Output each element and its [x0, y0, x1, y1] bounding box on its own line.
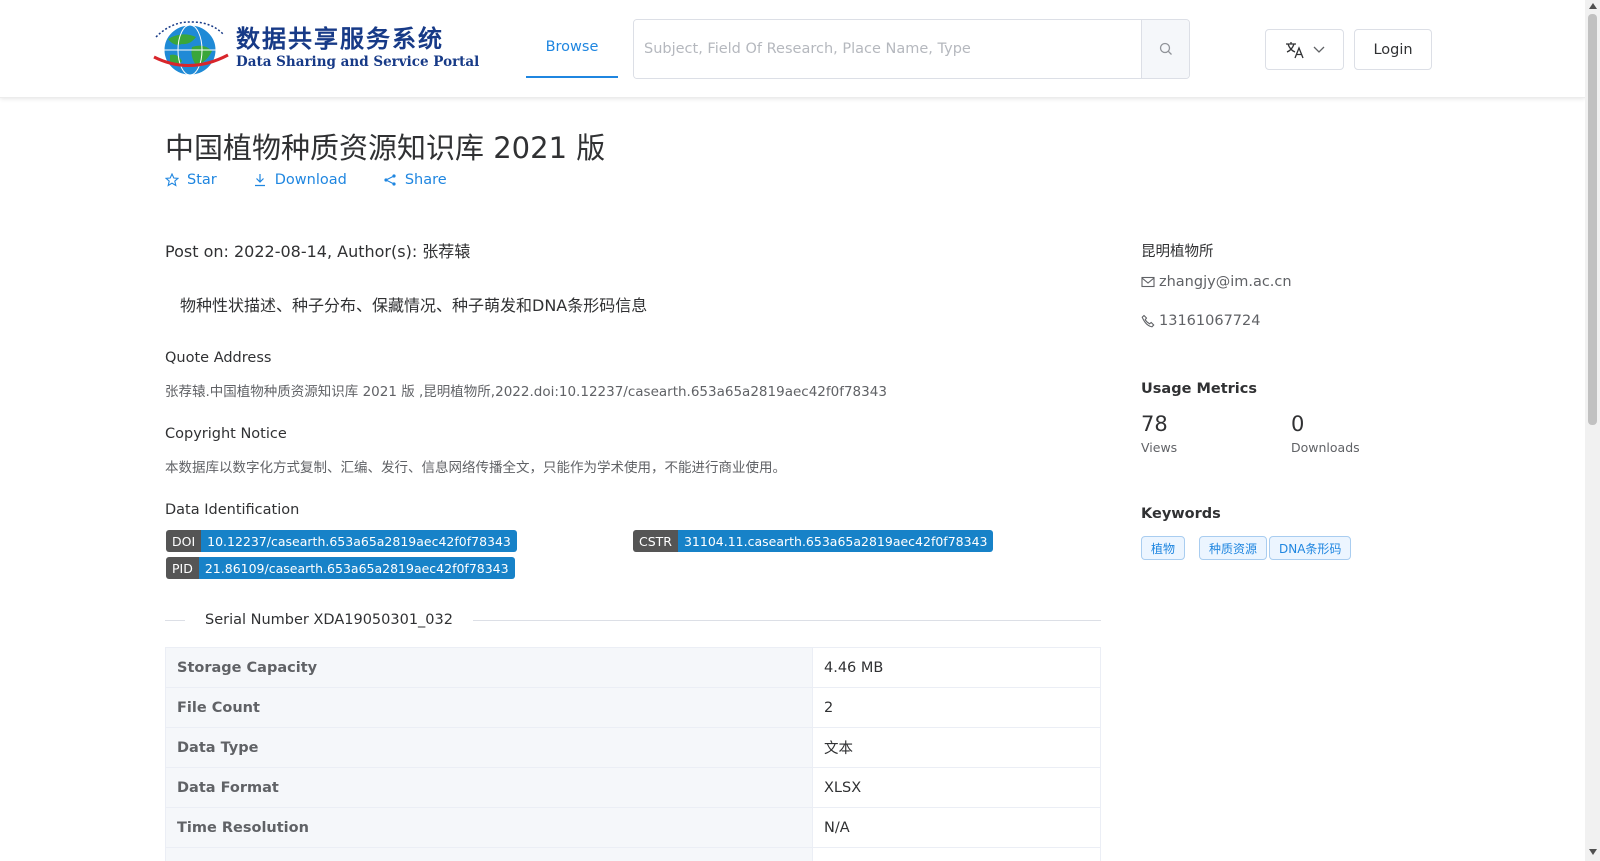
table-key [165, 847, 813, 861]
views-label: Views [1141, 440, 1178, 455]
dataset-title: 中国植物种质资源知识库 2021 版 [165, 131, 606, 165]
data-identification-label: Data Identification [165, 502, 300, 518]
views-metric: 78 Views [1141, 412, 1177, 455]
download-label: Download [274, 172, 347, 188]
cstr-value: 31104.11.casearth.653a65a2819aec42f0f783… [677, 530, 994, 552]
site-logo[interactable]: 数据共享服务系统 Data Sharing and Service Portal [152, 17, 479, 79]
keywords-title: Keywords [1141, 506, 1221, 522]
scroll-up-arrow-icon[interactable] [1589, 3, 1597, 9]
doi-value: 10.12237/casearth.653a65a2819aec42f0f783… [201, 530, 517, 552]
top-header: 数据共享服务系统 Data Sharing and Service Portal… [0, 0, 1585, 98]
table-value: 文本 [812, 727, 1101, 768]
search-icon [1159, 42, 1172, 55]
contact-email[interactable]: zhangjy@im.ac.cn [1141, 274, 1292, 290]
pid-key: PID [166, 557, 199, 579]
nav-browse-tab[interactable]: Browse [526, 18, 618, 78]
keyword-tag[interactable]: DNA条形码 [1269, 536, 1352, 560]
logo-title-cn: 数据共享服务系统 [236, 24, 444, 53]
search-input[interactable] [634, 20, 1141, 78]
table-row [165, 847, 1101, 861]
doi-key: DOI [166, 530, 202, 552]
pid-tag[interactable]: PID 21.86109/casearth.653a65a2819aec42f0… [166, 557, 515, 579]
share-label: Share [404, 172, 447, 188]
post-info: Post on: 2022-08-14, Author(s): 张荐辕 [165, 242, 471, 261]
quote-address-label: Quote Address [165, 350, 272, 366]
copyright-label: Copyright Notice [165, 426, 287, 442]
scroll-down-arrow-icon[interactable] [1589, 849, 1597, 855]
table-row: Data Format XLSX [165, 767, 1101, 808]
table-row: Time Resolution N/A [165, 807, 1101, 848]
download-icon [254, 174, 265, 187]
quote-address-text: 张荐辕.中国植物种质资源知识库 2021 版 ,昆明植物所,2022.doi:1… [165, 384, 887, 400]
share-button[interactable]: Share [383, 172, 447, 188]
usage-metrics-title: Usage Metrics [1141, 381, 1257, 397]
scroll-thumb[interactable] [1588, 14, 1597, 425]
downloads-count: 0 [1291, 412, 1305, 436]
chevron-down-icon [1313, 46, 1324, 53]
dataset-meta-table: Storage Capacity 4.46 MB File Count 2 Da… [165, 647, 1101, 861]
language-switch-button[interactable] [1265, 29, 1344, 70]
logo-title-en: Data Sharing and Service Portal [236, 54, 480, 70]
keyword-tag[interactable]: 植物 [1141, 536, 1186, 560]
dataset-actions: Star Download Share [165, 172, 483, 188]
mail-icon [1141, 276, 1155, 288]
dataset-description: 物种性状描述、种子分布、保藏情况、种子萌发和DNA条形码信息 [180, 296, 648, 315]
phone-icon [1141, 314, 1155, 328]
phone-text: 13161067724 [1159, 313, 1261, 329]
email-text: zhangjy@im.ac.cn [1159, 274, 1292, 290]
download-button[interactable]: Download [253, 172, 347, 188]
table-row: Storage Capacity 4.46 MB [165, 647, 1101, 688]
star-label: Star [187, 172, 217, 188]
login-button[interactable]: Login [1354, 29, 1432, 70]
star-button[interactable]: Star [165, 172, 217, 188]
cstr-key: CSTR [633, 530, 678, 552]
search-button[interactable] [1141, 20, 1189, 78]
table-value: N/A [812, 807, 1101, 848]
table-value: 4.46 MB [812, 647, 1101, 688]
serial-number: Serial Number XDA19050301_032 [185, 612, 473, 628]
copyright-text: 本数据库以数字化方式复制、汇编、发行、信息网络传播全文，只能作为学术使用，不能进… [165, 460, 786, 476]
downloads-label: Downloads [1291, 440, 1360, 455]
table-value [812, 847, 1101, 861]
search-bar [633, 19, 1190, 79]
table-key: Data Type [165, 727, 813, 768]
table-value: XLSX [812, 767, 1101, 808]
table-key: Time Resolution [165, 807, 813, 848]
table-value: 2 [812, 687, 1101, 728]
cstr-tag[interactable]: CSTR 31104.11.casearth.653a65a2819aec42f… [633, 530, 994, 552]
star-icon [165, 173, 179, 187]
views-count: 78 [1141, 412, 1168, 436]
table-row: File Count 2 [165, 687, 1101, 728]
translate-icon [1285, 41, 1304, 58]
contact-phone: 13161067724 [1141, 313, 1260, 329]
keyword-tag[interactable]: 种质资源 [1199, 536, 1268, 560]
doi-tag[interactable]: DOI 10.12237/casearth.653a65a2819aec42f0… [166, 530, 517, 552]
downloads-metric: 0 Downloads [1291, 412, 1360, 455]
pid-value: 21.86109/casearth.653a65a2819aec42f0f783… [198, 557, 515, 579]
table-row: Data Type 文本 [165, 727, 1101, 768]
institution-name: 昆明植物所 [1141, 244, 1214, 260]
globe-logo-icon [152, 17, 232, 79]
table-key: Data Format [165, 767, 813, 808]
table-key: File Count [165, 687, 813, 728]
share-icon [384, 174, 396, 186]
table-key: Storage Capacity [165, 647, 813, 688]
